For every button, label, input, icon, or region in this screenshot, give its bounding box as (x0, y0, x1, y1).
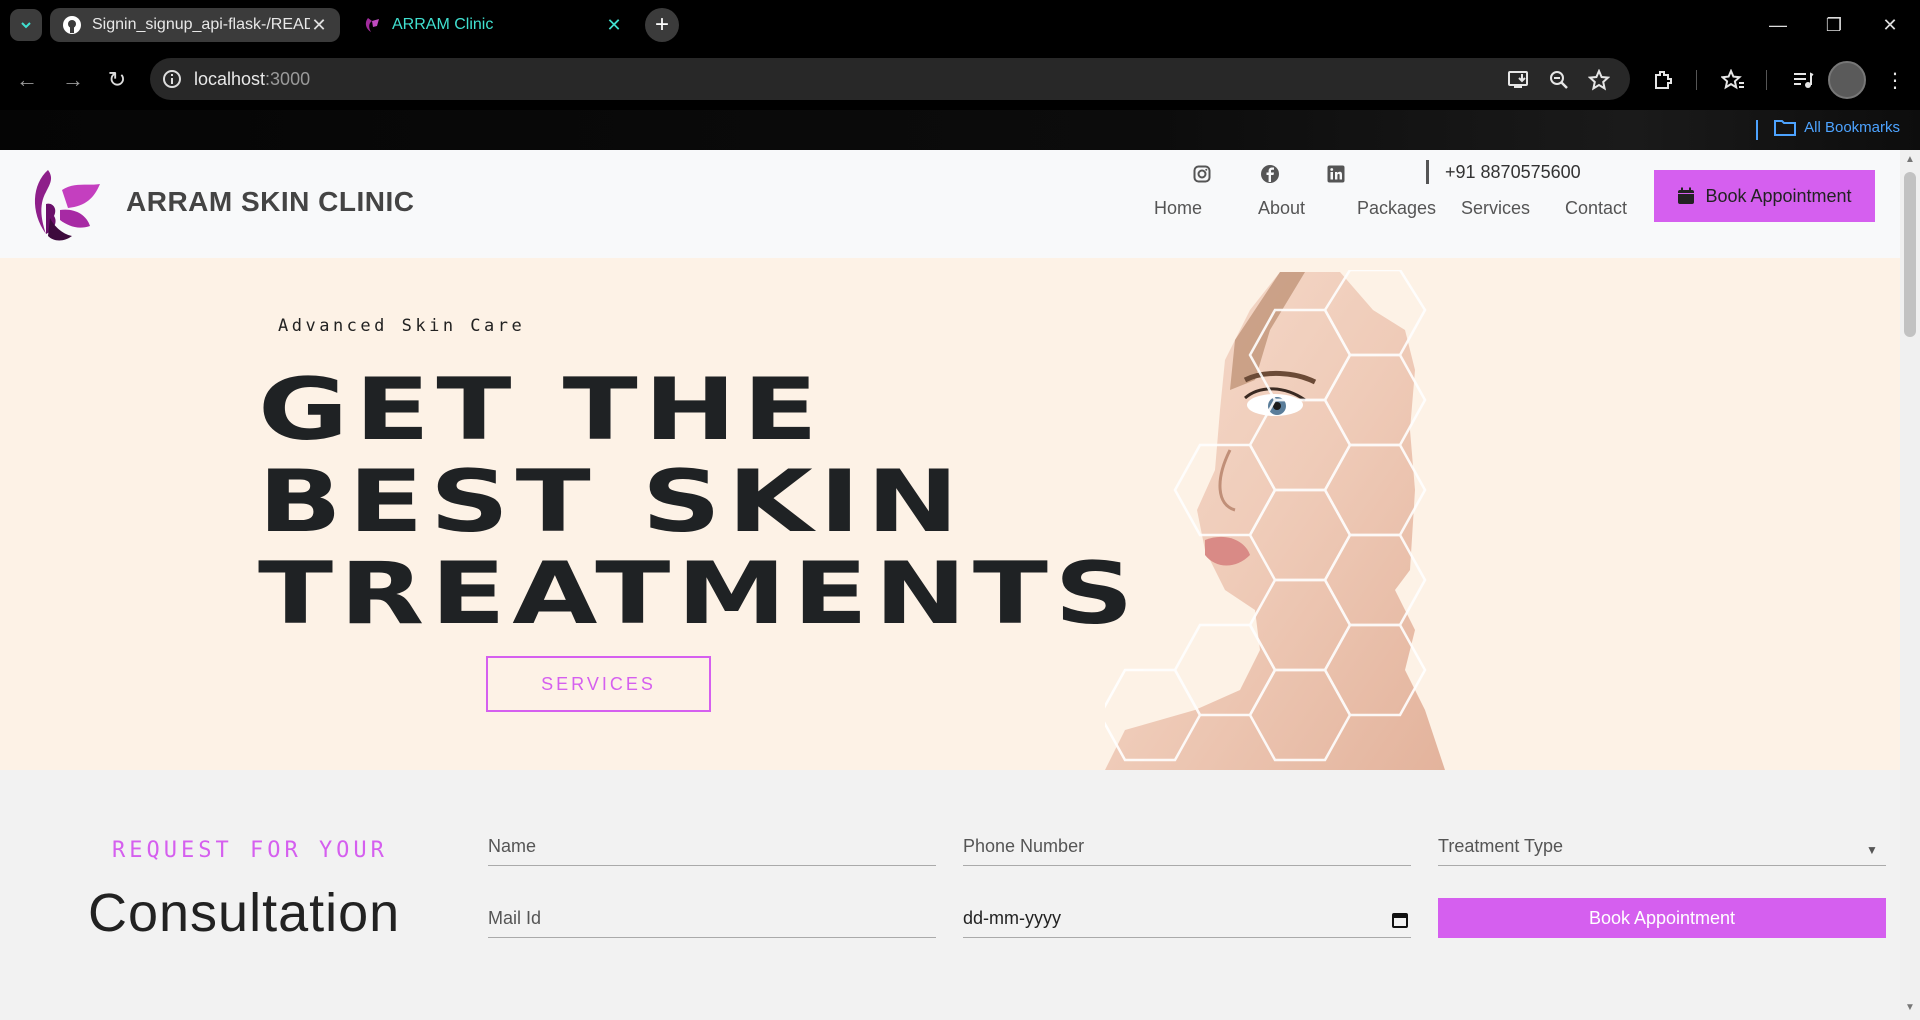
github-icon (63, 16, 81, 34)
hero-face-image (1105, 270, 1445, 770)
hero-title-line: TREATMENTS (258, 544, 1141, 644)
back-icon[interactable]: ← (12, 65, 42, 95)
hero-title-line: GET THE (258, 360, 825, 460)
reload-icon[interactable]: ↻ (102, 65, 132, 95)
all-bookmarks-button[interactable]: All Bookmarks (1774, 118, 1900, 136)
hero-section: Advanced Skin Care GET THE BEST SKIN TRE… (0, 258, 1900, 770)
phone-placeholder: Phone Number (963, 836, 1085, 856)
name-placeholder: Name (488, 836, 537, 856)
book-appointment-label: Book Appointment (1705, 185, 1852, 206)
email-field[interactable]: Mail Id (488, 898, 936, 938)
all-bookmarks-label: All Bookmarks (1804, 118, 1900, 136)
page-scrollbar[interactable]: ▲ ▼ (1900, 150, 1920, 1020)
zoom-icon[interactable] (1546, 67, 1572, 93)
book-appointment-button[interactable]: Book Appointment (1654, 170, 1875, 222)
dropdown-arrow-icon: ▼ (1866, 843, 1878, 857)
minimize-icon[interactable]: — (1750, 0, 1806, 50)
folder-icon (1774, 120, 1797, 136)
nav-home[interactable]: Home (1154, 198, 1202, 219)
phone-divider (1426, 160, 1429, 184)
address-bar[interactable]: localhost:3000 (150, 58, 1630, 100)
calendar-icon[interactable] (1391, 911, 1409, 929)
instagram-icon[interactable] (1190, 162, 1214, 186)
tab-title: ARRAM Clinic (392, 16, 494, 33)
bookmarks-divider (1756, 120, 1758, 140)
services-button[interactable]: SERVICES (486, 656, 711, 712)
treatment-placeholder: Treatment Type (1438, 836, 1564, 856)
browser-tab-bar: Signin_signup_api-flask-/READM ✕ ARRAM C… (0, 0, 1920, 50)
bookmarks-bar: All Bookmarks (0, 110, 1920, 150)
scroll-thumb[interactable] (1904, 172, 1916, 337)
treatment-type-select[interactable]: Treatment Type ▼ (1438, 826, 1886, 866)
tab-search-button[interactable] (10, 9, 42, 41)
toolbar-divider (1766, 70, 1767, 90)
page-viewport: ARRAM SKIN CLINIC +91 8870575600 Home Ab… (0, 150, 1920, 1020)
consultation-section: REQUEST FOR YOUR Consultation Name Phone… (0, 770, 1900, 1020)
hero-title: GET THE BEST SKIN TREATMENTS (258, 364, 1140, 640)
nav-contact[interactable]: Contact (1565, 198, 1627, 219)
phone-number[interactable]: +91 8870575600 (1445, 162, 1581, 183)
profile-avatar[interactable] (1828, 61, 1866, 99)
restore-icon[interactable]: ❐ (1806, 0, 1862, 50)
date-field[interactable]: dd-mm-yyyy (963, 898, 1411, 938)
media-control-icon[interactable] (1788, 65, 1818, 95)
toolbar-divider (1696, 70, 1697, 90)
consultation-label: REQUEST FOR YOUR (112, 838, 388, 863)
chevron-down-icon (21, 22, 31, 29)
date-placeholder: dd-mm-yyyy (963, 908, 1061, 928)
tab-github[interactable]: Signin_signup_api-flask-/READM ✕ (50, 8, 340, 42)
name-field[interactable]: Name (488, 826, 936, 866)
clinic-favicon-icon (365, 18, 379, 32)
linkedin-icon[interactable] (1324, 162, 1348, 186)
close-icon[interactable]: ✕ (310, 15, 328, 36)
site-info-icon[interactable] (150, 69, 194, 89)
scroll-up-icon[interactable]: ▲ (1904, 154, 1916, 166)
email-placeholder: Mail Id (488, 908, 542, 928)
favorites-icon[interactable] (1718, 65, 1748, 95)
scroll-down-icon[interactable]: ▼ (1904, 1002, 1916, 1014)
new-tab-button[interactable]: + (645, 8, 679, 42)
facebook-icon[interactable] (1258, 162, 1282, 186)
close-icon[interactable]: ✕ (605, 15, 623, 36)
hero-eyebrow: Advanced Skin Care (278, 316, 526, 336)
consultation-title: Consultation (88, 883, 401, 943)
more-menu-icon[interactable]: ⋮ (1880, 65, 1910, 95)
hero-title-line: BEST SKIN (258, 452, 966, 552)
browser-toolbar: ← → ↻ localhost:3000 ⋮ (0, 50, 1920, 110)
calendar-icon (1678, 187, 1695, 204)
tab-title: Signin_signup_api-flask-/READM (92, 16, 310, 33)
nav-about[interactable]: About (1258, 198, 1305, 219)
bookmark-star-icon[interactable] (1586, 67, 1612, 93)
phone-field[interactable]: Phone Number (963, 826, 1411, 866)
site-header: ARRAM SKIN CLINIC +91 8870575600 Home Ab… (0, 150, 1900, 258)
tab-arram-clinic[interactable]: ARRAM Clinic ✕ (350, 8, 635, 42)
forward-icon[interactable]: → (58, 65, 88, 95)
nav-packages[interactable]: Packages (1357, 198, 1436, 219)
nav-services[interactable]: Services (1461, 198, 1530, 219)
window-close-icon[interactable]: ✕ (1862, 0, 1918, 50)
extensions-icon[interactable] (1648, 65, 1678, 95)
install-app-icon[interactable] (1506, 67, 1532, 93)
clinic-logo[interactable] (24, 164, 104, 244)
url-text: localhost:3000 (194, 68, 311, 89)
brand-name: ARRAM SKIN CLINIC (126, 186, 415, 217)
submit-appointment-button[interactable]: Book Appointment (1438, 898, 1886, 938)
